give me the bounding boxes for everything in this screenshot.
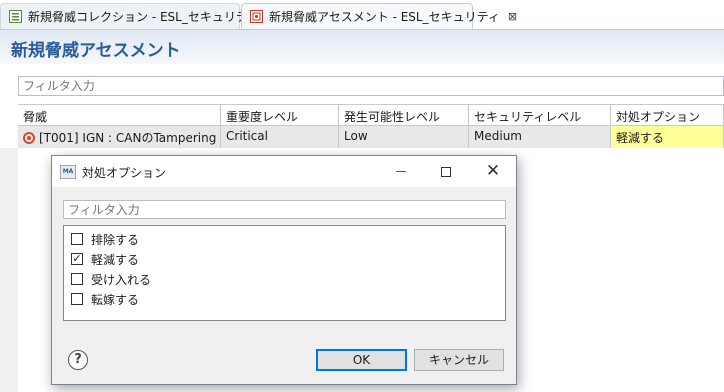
- ok-button[interactable]: OK: [316, 349, 407, 371]
- option-label: 軽減する: [91, 252, 140, 267]
- option-label: 転嫁する: [91, 292, 140, 307]
- app-icon: MA: [60, 165, 76, 179]
- tab-threat-collection[interactable]: 新規脅威コレクション - ESL_セキュリティ: [0, 3, 259, 29]
- column-header-likelihood[interactable]: 発生可能性レベル: [339, 105, 469, 125]
- table-header: 脅威 重要度レベル 発生可能性レベル セキュリティレベル 対処オプション: [18, 104, 724, 126]
- editor-tab-bar: 新規脅威コレクション - ESL_セキュリティ 新規脅威アセスメント - ESL…: [0, 0, 724, 30]
- checkbox[interactable]: [71, 273, 83, 285]
- option-label: 排除する: [91, 232, 140, 247]
- table-empty-area: [0, 148, 18, 392]
- checkbox-checked[interactable]: ✓: [71, 253, 83, 265]
- threat-name: [T001] IGN : CANのTampering: [39, 131, 217, 145]
- column-header-threat[interactable]: 脅威: [18, 105, 221, 125]
- minimize-icon: [396, 171, 406, 172]
- list-icon: [9, 10, 22, 23]
- maximize-icon: [441, 166, 451, 177]
- assessment-icon: [250, 9, 263, 23]
- filter-input[interactable]: [18, 76, 724, 96]
- option-item-mitigate[interactable]: ✓ 軽減する: [64, 249, 505, 269]
- cell-severity[interactable]: Critical: [221, 126, 339, 148]
- cell-security-level[interactable]: Medium: [469, 126, 611, 148]
- cell-treatment-option[interactable]: 軽減する: [611, 126, 724, 148]
- close-tab-icon[interactable]: ⊠: [508, 10, 517, 23]
- checkbox[interactable]: [71, 293, 83, 305]
- cell-threat[interactable]: [T001] IGN : CANのTampering: [18, 126, 221, 148]
- maximize-button[interactable]: [423, 156, 469, 187]
- threat-table: 脅威 重要度レベル 発生可能性レベル セキュリティレベル 対処オプション [T0…: [18, 104, 724, 148]
- option-label: 受け入れる: [91, 272, 152, 287]
- column-header-security-level[interactable]: セキュリティレベル: [469, 105, 611, 125]
- cancel-button[interactable]: キャンセル: [414, 349, 504, 371]
- option-list: 排除する ✓ 軽減する 受け入れる 転嫁する: [63, 225, 506, 321]
- column-header-severity[interactable]: 重要度レベル: [221, 105, 339, 125]
- close-button[interactable]: ✕: [470, 156, 516, 187]
- help-icon[interactable]: ?: [68, 350, 88, 370]
- dialog-title: 対処オプション: [82, 166, 167, 180]
- option-item-exclude[interactable]: 排除する: [64, 229, 505, 249]
- checkbox[interactable]: [71, 233, 83, 245]
- cell-likelihood[interactable]: Low: [339, 126, 469, 148]
- dialog-filter-input[interactable]: [63, 200, 506, 219]
- dialog-titlebar: MA 対処オプション ✕: [52, 156, 516, 187]
- tab-threat-assessment[interactable]: 新規脅威アセスメント - ESL_セキュリティ ⊠: [241, 3, 517, 29]
- column-header-treatment-option[interactable]: 対処オプション: [611, 105, 724, 125]
- tab-label: 新規脅威アセスメント - ESL_セキュリティ: [269, 9, 500, 24]
- option-item-transfer[interactable]: 転嫁する: [64, 289, 505, 309]
- treatment-option-dialog: MA 対処オプション ✕ 排除する ✓ 軽減する 受け入れる 転嫁する ? OK…: [51, 155, 517, 385]
- tab-label: 新規脅威コレクション - ESL_セキュリティ: [28, 10, 260, 24]
- minimize-button[interactable]: [378, 156, 424, 187]
- option-item-accept[interactable]: 受け入れる: [64, 269, 505, 289]
- threat-icon: [23, 132, 35, 144]
- close-icon: ✕: [485, 161, 501, 181]
- page-title: 新規脅威アセスメント: [11, 41, 181, 61]
- table-row[interactable]: [T001] IGN : CANのTampering Critical Low …: [18, 126, 724, 148]
